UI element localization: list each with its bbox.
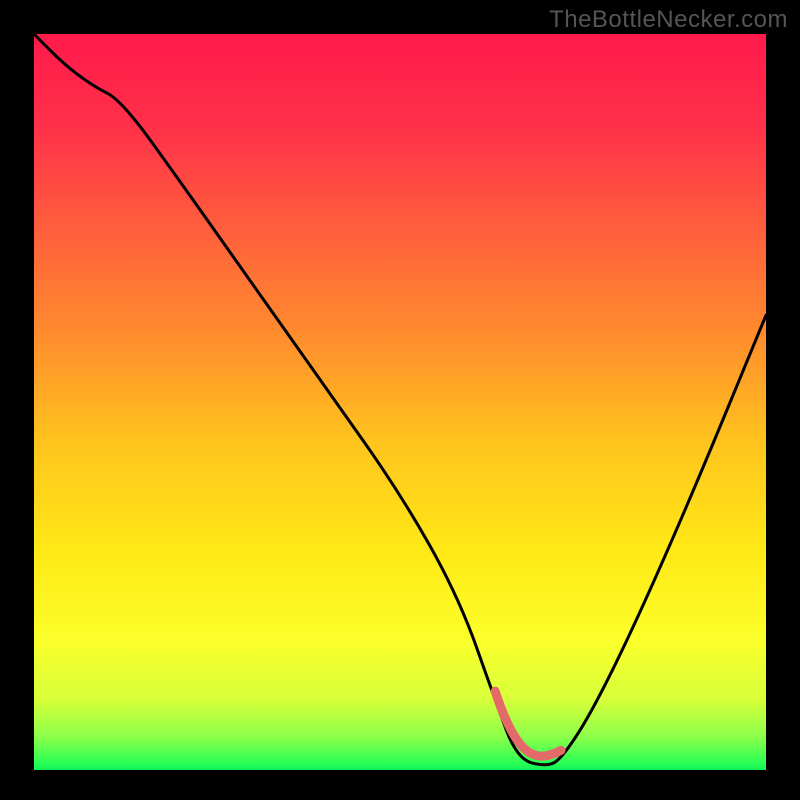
chart-frame: TheBottleNecker.com <box>0 0 800 800</box>
plot-background <box>34 34 766 774</box>
chart-svg <box>0 0 800 800</box>
baseline-strip <box>34 770 766 774</box>
